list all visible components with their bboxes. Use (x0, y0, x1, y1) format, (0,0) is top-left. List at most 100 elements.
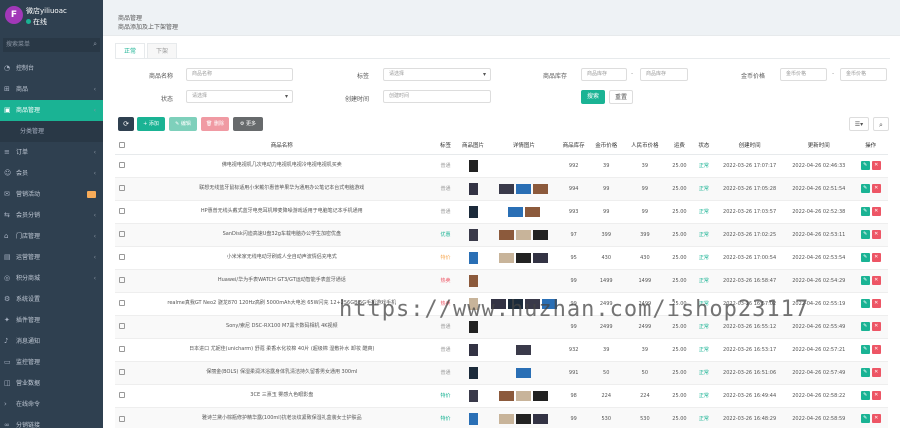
table-row[interactable]: 3CE 三熹玉 雾感九色眼影盘 特价 98 224 224 25.00 正常 2022-03-… (115, 383, 888, 407)
sidebar-item[interactable]: ⚙ 系统设置 (0, 289, 103, 310)
filter-coin-min-input[interactable]: 金币价格 (780, 68, 827, 81)
sidebar-item[interactable]: ▤ 运营管理 ‹ (0, 247, 103, 268)
filter-time-input[interactable]: 创建时间 (383, 90, 491, 103)
filter-status-select[interactable]: 请选择 ▾ (186, 90, 293, 103)
delete-button[interactable]: 🗑 删除 (201, 117, 229, 131)
product-image[interactable] (468, 274, 478, 287)
tab-offshelf[interactable]: 下架 (147, 43, 178, 58)
table-row[interactable]: HP惠普无线头戴式蓝牙电竞耳机带麦降噪游戏适用于电脑笔记本手机通用 普通 993 99… (115, 199, 888, 223)
select-all-checkbox[interactable] (115, 137, 130, 155)
product-image[interactable] (468, 366, 478, 379)
delete-row-button[interactable]: ✕ (871, 207, 881, 216)
edit-row-button[interactable]: ✎ (860, 368, 870, 377)
sidebar-item[interactable]: ✉ 营销活动 (0, 184, 103, 205)
edit-row-button[interactable]: ✎ (860, 299, 870, 308)
tab-normal[interactable]: 正常 (115, 43, 146, 58)
checkbox-icon[interactable] (119, 142, 126, 148)
edit-row-button[interactable]: ✎ (860, 253, 870, 262)
edit-row-button[interactable]: ✎ (860, 184, 870, 193)
delete-row-button[interactable]: ✕ (871, 230, 881, 239)
sidebar-item[interactable]: ▭ 监控管理 (0, 352, 103, 373)
filter-coin-max-input[interactable]: 金币价格 (840, 68, 887, 81)
product-image[interactable] (468, 251, 478, 264)
detail-image[interactable] (490, 298, 506, 309)
columns-toggle-button[interactable]: ☰▾ (849, 117, 869, 131)
detail-image[interactable] (516, 390, 532, 401)
filter-stock-max-input[interactable]: 商品库存 (640, 68, 688, 81)
sidebar-item[interactable]: ▣ 商品管理 ‹ (0, 100, 103, 121)
detail-image[interactable] (516, 367, 532, 378)
product-image[interactable] (468, 320, 478, 333)
checkbox-icon[interactable] (119, 369, 126, 376)
checkbox-icon[interactable] (119, 208, 126, 215)
checkbox-icon[interactable] (119, 254, 126, 261)
edit-row-button[interactable]: ✎ (860, 276, 870, 285)
delete-row-button[interactable]: ✕ (871, 322, 881, 331)
avatar[interactable]: F (5, 6, 23, 24)
delete-row-button[interactable]: ✕ (871, 184, 881, 193)
checkbox-icon[interactable] (119, 277, 126, 284)
detail-image[interactable] (533, 229, 549, 240)
delete-row-button[interactable]: ✕ (871, 368, 881, 377)
product-image[interactable] (468, 228, 478, 241)
delete-row-button[interactable]: ✕ (871, 345, 881, 354)
detail-image[interactable] (516, 183, 532, 194)
delete-row-button[interactable]: ✕ (871, 161, 881, 170)
reset-button[interactable]: 重置 (609, 90, 633, 104)
sidebar-item[interactable]: ◔ 控制台 (0, 58, 103, 79)
product-image[interactable] (468, 297, 478, 310)
detail-image[interactable] (524, 206, 540, 217)
table-row[interactable]: 雅诗兰黛小棕瓶修护精华露(100ml)抗老淡纹紧致保湿礼盒装女士护肤品 特价 99 5… (115, 406, 888, 428)
sidebar-item[interactable]: › 在线命令 (0, 394, 103, 415)
table-search-button[interactable]: ⌕ (873, 117, 889, 131)
detail-image[interactable] (541, 298, 557, 309)
search-button[interactable]: 搜索 (581, 90, 605, 104)
edit-row-button[interactable]: ✎ (860, 322, 870, 331)
delete-row-button[interactable]: ✕ (871, 414, 881, 424)
detail-image[interactable] (507, 298, 523, 309)
search-icon[interactable]: ⌕ (93, 40, 97, 49)
delete-row-button[interactable]: ✕ (871, 276, 881, 285)
detail-image[interactable] (533, 252, 549, 263)
sidebar-item[interactable]: ⌂ 门店管理 ‹ (0, 226, 103, 247)
table-row[interactable]: SanDisk闪迪高速U盘32g车载电脑办公学生加密优盘 优惠 97 399 399 25… (115, 222, 888, 246)
edit-row-button[interactable]: ✎ (860, 414, 870, 424)
table-row[interactable]: 联想无线蓝牙鼠标适用小米戴尔惠普苹果华为通用办公笔记本台式电脑游戏 普通 994 99… (115, 176, 888, 200)
sidebar-item[interactable]: ∞ 分销链接 (0, 415, 103, 428)
table-row[interactable]: 小米米家无线电动牙刷成人全自动声波情侣充电式 特价 95 430 430 25.00 正常 2… (115, 245, 888, 269)
checkbox-icon[interactable] (119, 346, 126, 353)
sidebar-item[interactable]: ⇆ 会员分销 ‹ (0, 205, 103, 226)
edit-row-button[interactable]: ✎ (860, 345, 870, 354)
sidebar-item[interactable]: ⊞ 商品 ‹ (0, 79, 103, 100)
table-row[interactable]: 佛电视电视机几次电动力电视机电视冷电视电视机买卖 普通 992 39 39 25.00 正常… (115, 153, 888, 177)
checkbox-icon[interactable] (119, 415, 126, 422)
checkbox-icon[interactable] (119, 162, 126, 169)
delete-row-button[interactable]: ✕ (871, 391, 881, 400)
table-row[interactable]: 日本进口 尤妮佳(unicharm) 舒蔻 柔香水化妆棉 40片 (超级棉 湿敷… (115, 337, 888, 361)
detail-image[interactable] (499, 413, 515, 424)
detail-image[interactable] (507, 206, 523, 217)
table-row[interactable]: Huawei/华为手表WATCH GT3/GT运动智能手表蓝牙通话 热卖 99 149… (115, 268, 888, 292)
table-row[interactable]: Sony/索尼 DSC-RX100 M7黑卡数码相机 4K视频 普通 99 2499 2… (115, 314, 888, 338)
edit-row-button[interactable]: ✎ (860, 207, 870, 216)
refresh-button[interactable]: ⟳ (118, 117, 134, 131)
edit-row-button[interactable]: ✎ (860, 391, 870, 400)
filter-stock-min-input[interactable]: 商品库存 (581, 68, 627, 81)
more-button[interactable]: ⚙ 更多 (233, 117, 263, 131)
detail-image[interactable] (516, 413, 532, 424)
sidebar-item[interactable]: ≡ 订单 ‹ (0, 142, 103, 163)
add-button[interactable]: + 添加 (137, 117, 165, 131)
checkbox-icon[interactable] (119, 300, 126, 307)
sidebar-item[interactable]: 分类管理 (0, 121, 103, 142)
product-image[interactable] (468, 205, 478, 218)
checkbox-icon[interactable] (119, 323, 126, 330)
checkbox-icon[interactable] (119, 231, 126, 238)
sidebar-item[interactable]: ✦ 插件管理 (0, 310, 103, 331)
sidebar-item[interactable]: ◎ 积分商城 ‹ (0, 268, 103, 289)
detail-image[interactable] (516, 344, 532, 355)
detail-image[interactable] (499, 229, 515, 240)
table-row[interactable]: realme真我GT Neo2 骁龙870 120Hz高刷 5000mAh大电池… (115, 291, 888, 315)
delete-row-button[interactable]: ✕ (871, 253, 881, 262)
sidebar-search-input[interactable]: 搜索菜单 (3, 38, 100, 52)
delete-row-button[interactable]: ✕ (871, 299, 881, 308)
